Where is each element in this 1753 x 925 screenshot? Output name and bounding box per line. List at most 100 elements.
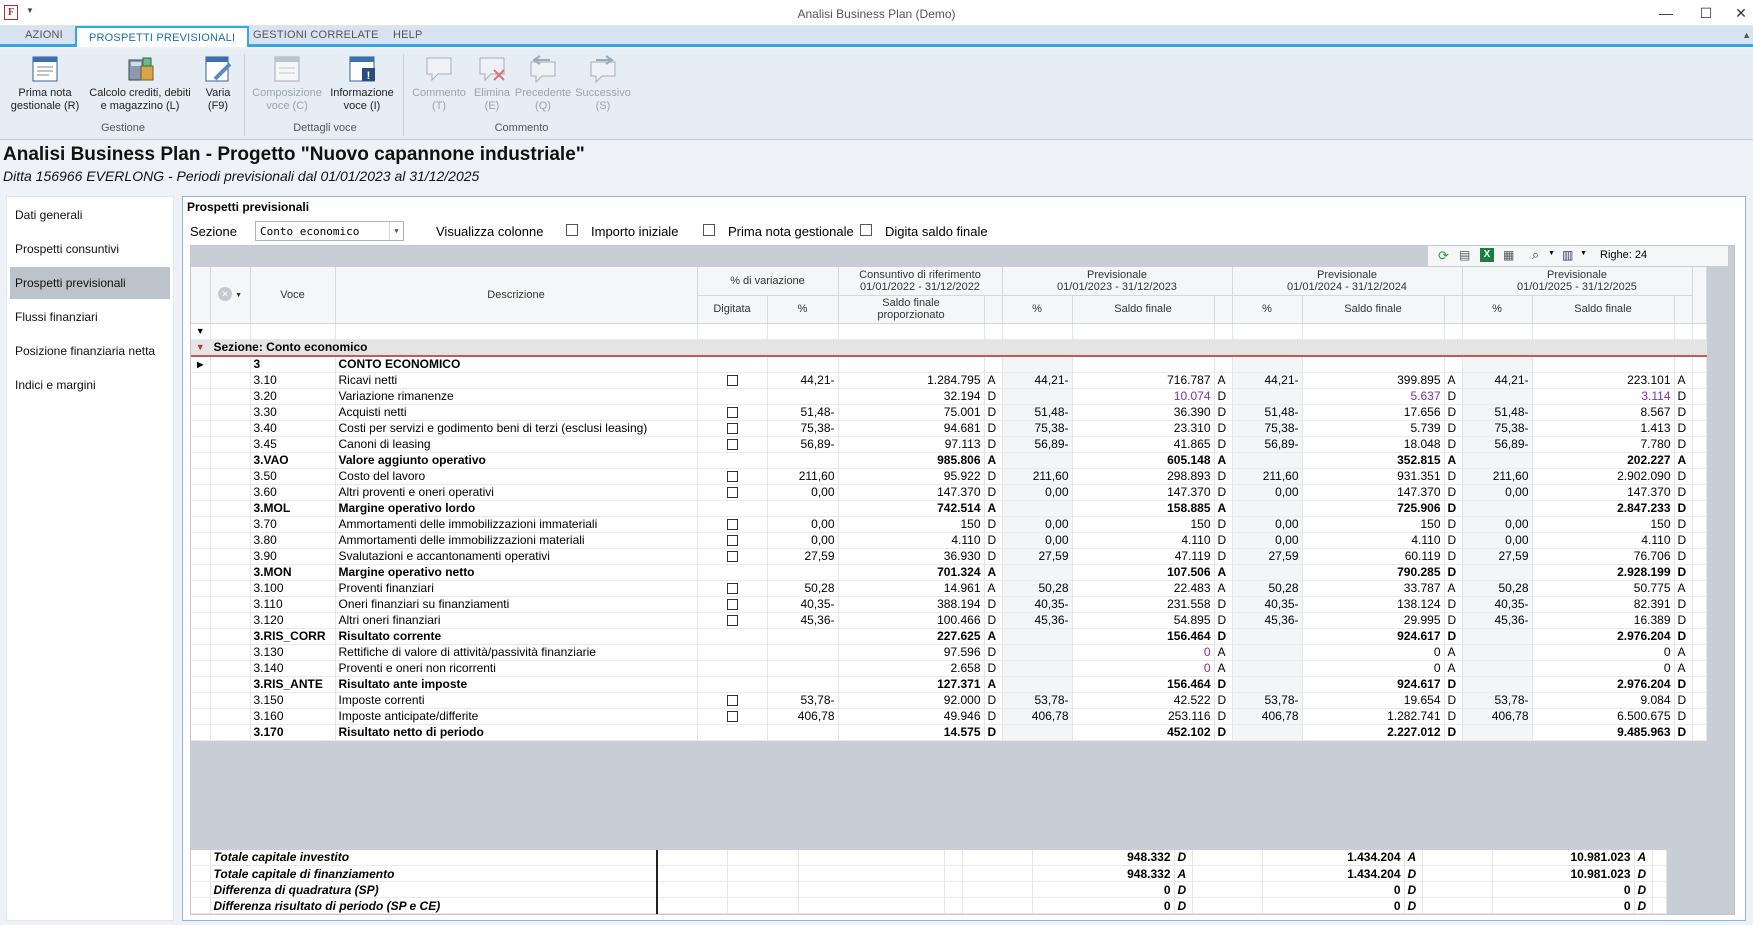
saldo-cell[interactable]: 47.119 bbox=[1072, 548, 1215, 565]
saldo-prop-cell[interactable]: 49.946 bbox=[838, 708, 985, 725]
digitata-cell[interactable] bbox=[697, 404, 768, 421]
pct-cell[interactable]: 51,48- bbox=[767, 404, 839, 421]
pct-cell[interactable]: 211,60 bbox=[1232, 468, 1303, 485]
pct-cell[interactable]: 406,78 bbox=[1002, 708, 1073, 725]
pct-cell[interactable]: 406,78 bbox=[1232, 708, 1303, 725]
saldo-cell[interactable]: 9.084 bbox=[1532, 692, 1675, 709]
da-cell[interactable]: D bbox=[1444, 692, 1463, 709]
pct-cell[interactable]: 50,28 bbox=[1462, 580, 1533, 597]
pct-cell[interactable] bbox=[1232, 500, 1303, 517]
pct-cell[interactable]: 0,00 bbox=[767, 532, 839, 549]
digitata-cell[interactable] bbox=[697, 388, 768, 405]
saldo-cell[interactable]: 36.390 bbox=[1072, 404, 1215, 421]
scroll-cell[interactable] bbox=[1692, 388, 1707, 405]
pct-cell[interactable] bbox=[1232, 676, 1303, 693]
col-pct-2024[interactable]: % bbox=[1232, 295, 1303, 324]
da-cell[interactable]: D bbox=[1444, 628, 1463, 645]
da-cell[interactable]: D bbox=[1444, 436, 1463, 453]
da-cell[interactable]: D bbox=[984, 532, 1003, 549]
descrizione-cell[interactable]: Proventi finanziari bbox=[335, 580, 698, 597]
pct-cell[interactable] bbox=[1002, 724, 1073, 741]
descrizione-cell[interactable]: Acquisti netti bbox=[335, 404, 698, 421]
saldo-cell[interactable]: 716.787 bbox=[1072, 372, 1215, 389]
da-cell[interactable]: A bbox=[1444, 372, 1463, 389]
saldo-cell[interactable]: 2.976.204 bbox=[1532, 676, 1675, 693]
da-cell[interactable]: D bbox=[1444, 420, 1463, 437]
section-row[interactable]: ▼ Sezione: Conto economico bbox=[191, 338, 1707, 357]
scroll-cell[interactable] bbox=[1692, 436, 1707, 453]
da-cell[interactable]: D bbox=[1674, 708, 1693, 725]
da-cell[interactable]: D bbox=[1214, 548, 1233, 565]
saldo-cell[interactable]: 0 bbox=[1532, 644, 1675, 661]
elimina-button[interactable]: Elimina (E) bbox=[467, 54, 517, 113]
filter-icon[interactable]: ▼ bbox=[191, 323, 211, 340]
da-cell[interactable]: D bbox=[1444, 708, 1463, 725]
pct-cell[interactable]: 56,89- bbox=[1002, 436, 1073, 453]
scroll-cell[interactable] bbox=[1692, 724, 1707, 741]
maximize-icon[interactable]: ☐ bbox=[1691, 3, 1721, 23]
saldo-cell[interactable]: 2.928.199 bbox=[1532, 564, 1675, 581]
row-spacer[interactable] bbox=[210, 580, 251, 597]
digitata-checkbox[interactable] bbox=[726, 407, 738, 419]
table-row[interactable]: 3.MON Margine operativo netto 701.324 A 107.… bbox=[191, 564, 1707, 581]
saldo-prop-cell[interactable] bbox=[838, 356, 985, 373]
pct-cell[interactable]: 56,89- bbox=[1462, 436, 1533, 453]
table-row[interactable]: 3.170 Risultato netto di periodo 14.575 D 45… bbox=[191, 724, 1707, 741]
pct-cell[interactable]: 53,78- bbox=[1462, 692, 1533, 709]
descrizione-cell[interactable]: Variazione rimanenze bbox=[335, 388, 698, 405]
scroll-cell[interactable] bbox=[1692, 548, 1707, 565]
da-cell[interactable]: D bbox=[1214, 676, 1233, 693]
pct-cell[interactable]: 40,35- bbox=[1002, 596, 1073, 613]
descrizione-cell[interactable]: Rettifiche di valore di attività/passivi… bbox=[335, 644, 698, 661]
saldo-cell[interactable]: 5.739 bbox=[1302, 420, 1445, 437]
voce-cell[interactable]: 3.45 bbox=[250, 436, 336, 453]
voce-cell[interactable]: 3.50 bbox=[250, 468, 336, 485]
saldo-cell[interactable]: 18.048 bbox=[1302, 436, 1445, 453]
da-cell[interactable]: D bbox=[1674, 500, 1693, 517]
digitata-cell[interactable] bbox=[697, 564, 768, 581]
clear-filter-cell[interactable]: ✕ ▼ bbox=[210, 267, 251, 324]
digitata-checkbox[interactable] bbox=[726, 487, 738, 499]
pct-cell[interactable] bbox=[767, 644, 839, 661]
pct-cell[interactable] bbox=[1002, 564, 1073, 581]
saldo-cell[interactable]: 147.370 bbox=[1302, 484, 1445, 501]
saldo-cell[interactable]: 22.483 bbox=[1072, 580, 1215, 597]
voce-cell[interactable]: 3.30 bbox=[250, 404, 336, 421]
pct-cell[interactable]: 50,28 bbox=[767, 580, 839, 597]
da-cell[interactable]: D bbox=[1674, 628, 1693, 645]
pct-cell[interactable] bbox=[1462, 356, 1533, 373]
pct-cell[interactable]: 27,59 bbox=[1002, 548, 1073, 565]
col-pct-2023[interactable]: % bbox=[1002, 295, 1073, 324]
descrizione-cell[interactable]: Valore aggiunto operativo bbox=[335, 452, 698, 469]
row-indicator[interactable] bbox=[191, 516, 211, 533]
da-cell[interactable] bbox=[1214, 356, 1233, 373]
digitata-checkbox[interactable] bbox=[726, 615, 738, 627]
row-indicator[interactable] bbox=[191, 660, 211, 677]
row-indicator[interactable] bbox=[191, 532, 211, 549]
search-icon[interactable]: ⌕ bbox=[1532, 247, 1539, 263]
da-cell[interactable]: D bbox=[984, 484, 1003, 501]
voce-cell[interactable]: 3.110 bbox=[250, 596, 336, 613]
close-icon[interactable]: ✕ bbox=[1726, 3, 1753, 23]
saldo-cell[interactable] bbox=[1072, 356, 1215, 373]
pct-cell[interactable]: 40,35- bbox=[767, 596, 839, 613]
scroll-cell[interactable] bbox=[1692, 532, 1707, 549]
da-cell[interactable]: D bbox=[1444, 404, 1463, 421]
voce-cell[interactable]: 3.RIS_CORR bbox=[250, 628, 336, 645]
pct-cell[interactable] bbox=[767, 452, 839, 469]
excel-icon[interactable]: X bbox=[1480, 248, 1494, 262]
row-spacer[interactable] bbox=[210, 644, 251, 661]
saldo-cell[interactable]: 23.310 bbox=[1072, 420, 1215, 437]
digitata-cell[interactable] bbox=[697, 548, 768, 565]
pct-cell[interactable]: 40,35- bbox=[1232, 596, 1303, 613]
table-row[interactable]: 3.120 Altri oneri finanziari 45,36- 100.466… bbox=[191, 612, 1707, 629]
pct-cell[interactable]: 53,78- bbox=[1232, 692, 1303, 709]
pct-cell[interactable] bbox=[767, 356, 839, 373]
saldo-prop-cell[interactable]: 97.596 bbox=[838, 644, 985, 661]
saldo-prop-cell[interactable]: 92.000 bbox=[838, 692, 985, 709]
saldo-cell[interactable]: 5.637 bbox=[1302, 388, 1445, 405]
successivo-button[interactable]: Successivo (S) bbox=[572, 54, 634, 113]
row-spacer[interactable] bbox=[210, 420, 251, 437]
saldo-cell[interactable]: 790.285 bbox=[1302, 564, 1445, 581]
pct-cell[interactable]: 44,21- bbox=[1002, 372, 1073, 389]
